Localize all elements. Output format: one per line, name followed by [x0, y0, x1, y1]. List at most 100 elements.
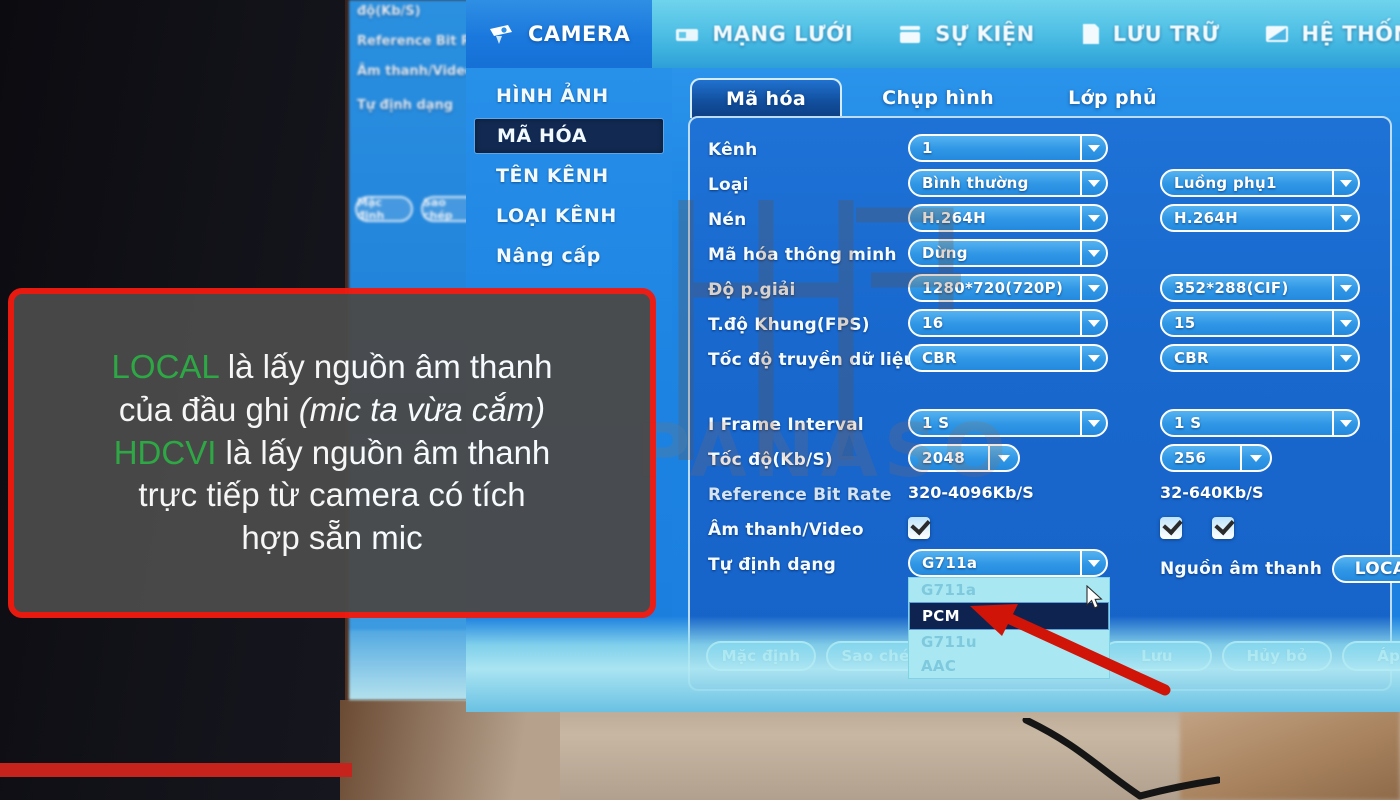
nen-sub-select[interactable]: H.264H [1160, 204, 1360, 232]
chevron-down-icon[interactable] [1080, 346, 1106, 370]
sidebar-item-ma-hoa[interactable]: MÃ HÓA [474, 118, 664, 154]
select-value: Bình thường [922, 174, 1029, 192]
select-value: H.264H [1174, 209, 1238, 227]
iframe-sub-wrapper: 1 S [1160, 409, 1360, 437]
nen-main-select[interactable]: H.264H [908, 204, 1108, 232]
bitrate-type-sub-wrapper: CBR [1160, 344, 1360, 372]
ghost-button: Mặc định [355, 196, 413, 222]
audio-video-main-checkbox[interactable] [908, 517, 930, 539]
callout-keyword-local: LOCAL [111, 347, 219, 385]
tab-bar: Mã hóa Chụp hình Lớp phủ [690, 74, 1390, 118]
default-button[interactable]: Mặc định [706, 641, 816, 671]
sidebar-item-label: TÊN KÊNH [496, 165, 609, 187]
field-label: Nén [708, 210, 747, 230]
red-pointer-arrow [970, 604, 1171, 696]
field-label: T.độ Khung(FPS) [708, 315, 870, 335]
chevron-down-icon[interactable] [1332, 171, 1358, 195]
tab-lop-phu[interactable]: Lớp phủ [1034, 78, 1191, 118]
select-value: 352*288(CIF) [1174, 279, 1289, 297]
iframe-main-select[interactable]: 1 S [908, 409, 1108, 437]
audio-source-group: Nguồn âm thanh LOCAL [1160, 555, 1400, 583]
chevron-down-icon[interactable] [1080, 311, 1106, 335]
audio-format-select[interactable]: G711a [908, 549, 1108, 577]
bitrate-main-select[interactable]: 2048 [908, 444, 1020, 472]
cable [1022, 718, 1220, 800]
sidebar-item-hinh-anh[interactable]: HÌNH ẢNH [474, 78, 664, 114]
loai-main-select[interactable]: Bình thường [908, 169, 1108, 197]
nav-label: SỰ KIỆN [935, 22, 1035, 46]
smart-codec-wrapper: Dừng [908, 239, 1108, 267]
chevron-down-icon[interactable] [1080, 171, 1106, 195]
audio-video-sub-checkbox-2[interactable] [1212, 517, 1234, 539]
select-value: Dừng [922, 244, 968, 262]
form-row-bitrate-type: Tốc độ truyền dữ liệu CBR CBR [708, 344, 1376, 379]
bitrate-type-main-select[interactable]: CBR [908, 344, 1108, 372]
select-value: 15 [1174, 314, 1196, 332]
audio-video-main-checkbox-wrapper [908, 514, 930, 539]
ghost-label: Âm thanh/Video [357, 64, 471, 79]
loai-main-wrapper: Bình thường [908, 169, 1108, 197]
chevron-down-icon[interactable] [1080, 551, 1106, 575]
fps-sub-wrapper: 15 [1160, 309, 1360, 337]
chevron-down-icon[interactable] [1080, 206, 1106, 230]
chevron-down-icon[interactable] [988, 446, 1018, 470]
resolution-main-wrapper: 1280*720(720P) [908, 274, 1108, 302]
apply-button[interactable]: Áp d [1342, 641, 1400, 671]
sidebar-item-label: HÌNH ẢNH [496, 85, 609, 107]
sidebar-item-nang-cap[interactable]: Nâng cấp [474, 238, 664, 274]
chevron-down-icon[interactable] [1080, 136, 1106, 160]
form-row-nen: Nén H.264H H.264H [708, 204, 1376, 239]
nav-label: HỆ THỐNG [1301, 22, 1400, 46]
tab-ma-hoa[interactable]: Mã hóa [690, 78, 843, 118]
bitrate-sub-select[interactable]: 256 [1160, 444, 1272, 472]
bitrate-type-sub-select[interactable]: CBR [1160, 344, 1360, 372]
callout-line3-rest: là lấy nguồn âm thanh [216, 433, 551, 471]
chevron-down-icon[interactable] [1080, 241, 1106, 265]
nav-item-system[interactable]: HỆ THỐNG [1242, 0, 1400, 68]
chevron-down-icon[interactable] [1332, 276, 1358, 300]
chevron-down-icon[interactable] [1332, 206, 1358, 230]
bitrate-sub-wrapper: 256 [1160, 444, 1272, 472]
loai-sub-wrapper: Luồng phụ1 [1160, 169, 1360, 197]
audio-source-select[interactable]: LOCAL [1332, 555, 1400, 583]
audio-video-sub-checkbox-group [1160, 514, 1234, 539]
nav-item-storage[interactable]: LƯU TRỮ [1057, 0, 1242, 68]
audio-source-label: Nguồn âm thanh [1160, 559, 1323, 579]
chevron-down-icon[interactable] [1332, 411, 1358, 435]
audio-video-sub-checkbox-1[interactable] [1160, 517, 1182, 539]
chevron-down-icon[interactable] [1080, 276, 1106, 300]
field-label: Âm thanh/Video [708, 520, 864, 540]
nav-item-camera[interactable]: CAMERA [466, 0, 653, 68]
fps-sub-select[interactable]: 15 [1160, 309, 1360, 337]
callout-line2-a: của đầu ghi [118, 390, 299, 428]
fps-main-select[interactable]: 16 [908, 309, 1108, 337]
field-label: I Frame Interval [708, 415, 864, 435]
iframe-sub-select[interactable]: 1 S [1160, 409, 1360, 437]
smart-codec-select[interactable]: Dừng [908, 239, 1108, 267]
chevron-down-icon[interactable] [1240, 446, 1270, 470]
sidebar-item-loai-kenh[interactable]: LOẠI KÊNH [474, 198, 664, 234]
field-label: Kênh [708, 140, 758, 160]
ghost-label: Tự định dạng [357, 98, 454, 113]
chevron-down-icon[interactable] [1332, 311, 1358, 335]
kenh-select[interactable]: 1 [908, 134, 1108, 162]
resolution-sub-select[interactable]: 352*288(CIF) [1160, 274, 1360, 302]
loai-sub-select[interactable]: Luồng phụ1 [1160, 169, 1360, 197]
nav-item-event[interactable]: SỰ KIỆN [875, 0, 1057, 68]
resolution-sub-wrapper: 352*288(CIF) [1160, 274, 1360, 302]
chevron-down-icon[interactable] [1080, 411, 1106, 435]
nav-item-network[interactable]: MẠNG LƯỚI [652, 0, 875, 68]
chevron-down-icon[interactable] [1332, 346, 1358, 370]
resolution-main-select[interactable]: 1280*720(720P) [908, 274, 1108, 302]
sidebar-item-ten-kenh[interactable]: TÊN KÊNH [474, 158, 664, 194]
sidebar-item-label: Nâng cấp [496, 245, 601, 267]
fps-main-wrapper: 16 [908, 309, 1108, 337]
field-label: Reference Bit Rate [708, 485, 892, 505]
reference-bitrate-sub-value: 32-640Kb/S [1160, 483, 1264, 502]
tab-chup-hinh[interactable]: Chụp hình [848, 78, 1028, 118]
cancel-button[interactable]: Hủy bỏ [1222, 641, 1332, 671]
form-row-fps: T.độ Khung(FPS) 16 15 [708, 309, 1376, 344]
nen-main-wrapper: H.264H [908, 204, 1108, 232]
select-value: 2048 [922, 449, 965, 467]
storage-icon [1079, 22, 1103, 46]
